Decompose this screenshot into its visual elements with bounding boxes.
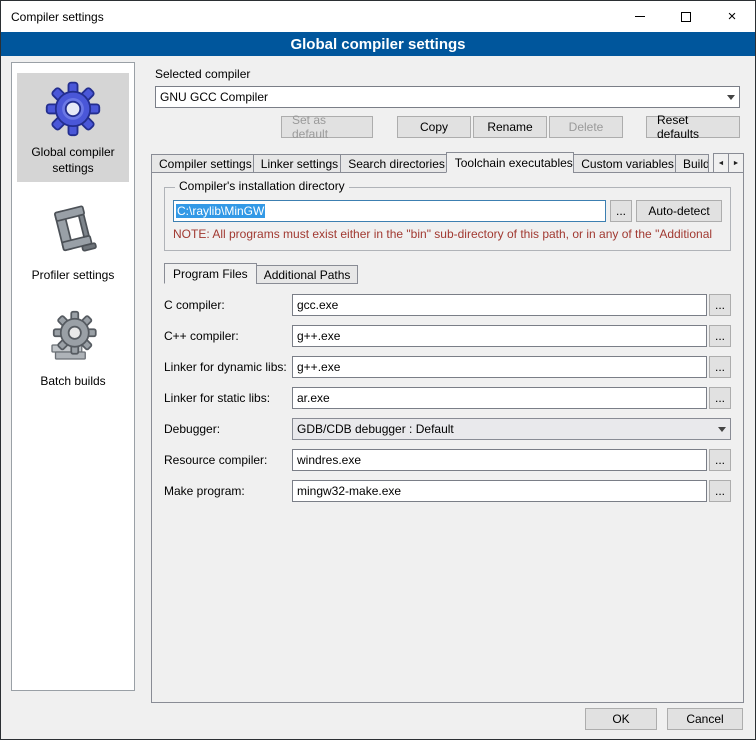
make-program-browse-button[interactable]: ...	[709, 480, 731, 502]
minimize-icon	[635, 16, 645, 17]
program-files-form: C compiler: ... C++ compiler: ... Linker…	[160, 294, 735, 502]
auto-detect-button[interactable]: Auto-detect	[636, 200, 722, 222]
debugger-value: GDB/CDB debugger : Default	[297, 422, 454, 436]
window-title: Compiler settings	[1, 10, 104, 24]
titlebar: Compiler settings ×	[1, 1, 755, 32]
main-panel: Selected compiler GNU GCC Compiler Set a…	[149, 62, 746, 703]
static-linker-row: Linker for static libs: ...	[164, 387, 731, 409]
install-dir-selected-text: C:\raylib\MinGW	[176, 204, 265, 218]
installation-directory-label: Compiler's installation directory	[175, 179, 349, 193]
tab-compiler-settings[interactable]: Compiler settings	[151, 154, 254, 173]
compiler-settings-dialog: Compiler settings × Global compiler sett…	[0, 0, 756, 740]
chevron-down-icon	[718, 427, 726, 432]
sidebar-item-profiler-settings[interactable]: Profiler settings	[17, 196, 129, 290]
sidebar-item-label: Batch builds	[40, 374, 105, 390]
selected-compiler-dropdown[interactable]: GNU GCC Compiler	[155, 86, 740, 108]
reset-defaults-button[interactable]: Reset defaults	[646, 116, 740, 138]
sidebar-item-global-compiler-settings[interactable]: Global compiler settings	[17, 73, 129, 182]
settings-category-list: Global compiler settings Profiler settin…	[11, 62, 135, 691]
c-compiler-input[interactable]	[292, 294, 707, 316]
make-program-input[interactable]	[292, 480, 707, 502]
tab-toolchain-executables[interactable]: Toolchain executables	[446, 152, 575, 173]
bin-subdirectory-note: NOTE: All programs must exist either in …	[173, 227, 722, 242]
dynamic-linker-label: Linker for dynamic libs:	[164, 360, 292, 374]
program-files-tabstrip: Program Files Additional Paths	[164, 263, 735, 284]
subtab-additional-paths[interactable]: Additional Paths	[256, 265, 359, 284]
static-linker-label: Linker for static libs:	[164, 391, 292, 405]
tab-custom-variables[interactable]: Custom variables	[573, 154, 676, 173]
make-program-row: Make program: ...	[164, 480, 731, 502]
debugger-row: Debugger: GDB/CDB debugger : Default	[164, 418, 731, 440]
static-linker-input[interactable]	[292, 387, 707, 409]
install-dir-input[interactable]: C:\raylib\MinGW	[173, 200, 606, 222]
cpp-compiler-input[interactable]	[292, 325, 707, 347]
sidebar-item-label: Global compiler settings	[21, 145, 125, 176]
copy-button[interactable]: Copy	[397, 116, 471, 138]
static-linker-browse-button[interactable]: ...	[709, 387, 731, 409]
resource-compiler-browse-button[interactable]: ...	[709, 449, 731, 471]
selected-compiler-label: Selected compiler	[155, 67, 746, 82]
cpp-compiler-row: C++ compiler: ...	[164, 325, 731, 347]
settings-tabstrip: Compiler settings Linker settings Search…	[151, 152, 746, 173]
tab-scroll-right-button[interactable]: ►	[728, 153, 744, 173]
sidebar-item-label: Profiler settings	[32, 268, 115, 284]
installation-directory-row: C:\raylib\MinGW ... Auto-detect	[173, 200, 722, 222]
clamp-icon	[46, 202, 100, 263]
dynamic-linker-input[interactable]	[292, 356, 707, 378]
c-compiler-label: C compiler:	[164, 298, 292, 312]
tab-search-directories[interactable]: Search directories	[340, 154, 447, 173]
sidebar-item-batch-builds[interactable]: Batch builds	[17, 304, 129, 396]
installation-directory-group: Compiler's installation directory C:\ray…	[164, 187, 731, 251]
gray-gear-icon	[45, 310, 101, 369]
cpp-compiler-browse-button[interactable]: ...	[709, 325, 731, 347]
toolchain-executables-page: Compiler's installation directory C:\ray…	[151, 172, 744, 703]
c-compiler-browse-button[interactable]: ...	[709, 294, 731, 316]
tab-scroll-left-button[interactable]: ◄	[713, 153, 729, 173]
dynamic-linker-browse-button[interactable]: ...	[709, 356, 731, 378]
close-icon: ×	[728, 9, 737, 24]
cpp-compiler-label: C++ compiler:	[164, 329, 292, 343]
dialog-footer: OK Cancel	[575, 708, 743, 730]
caption-buttons: ×	[617, 1, 755, 32]
cancel-button[interactable]: Cancel	[667, 708, 743, 730]
rename-button[interactable]: Rename	[473, 116, 547, 138]
delete-button[interactable]: Delete	[549, 116, 623, 138]
debugger-label: Debugger:	[164, 422, 292, 436]
tab-build-options[interactable]: Build options	[675, 154, 709, 173]
install-dir-browse-button[interactable]: ...	[610, 200, 632, 222]
compiler-actions-row: Set as default Copy Rename Delete Reset …	[155, 116, 740, 138]
resource-compiler-label: Resource compiler:	[164, 453, 292, 467]
c-compiler-row: C compiler: ...	[164, 294, 731, 316]
dynamic-linker-row: Linker for dynamic libs: ...	[164, 356, 731, 378]
resource-compiler-input[interactable]	[292, 449, 707, 471]
make-program-label: Make program:	[164, 484, 292, 498]
close-button[interactable]: ×	[709, 1, 755, 32]
subtab-program-files[interactable]: Program Files	[164, 263, 257, 284]
tab-scroll-buttons: ◄ ►	[714, 153, 744, 173]
maximize-button[interactable]	[663, 1, 709, 32]
debugger-dropdown[interactable]: GDB/CDB debugger : Default	[292, 418, 731, 440]
banner-title: Global compiler settings	[290, 36, 465, 53]
minimize-button[interactable]	[617, 1, 663, 32]
blue-gear-icon	[44, 79, 102, 140]
maximize-icon	[681, 12, 691, 22]
dialog-banner: Global compiler settings	[1, 32, 755, 56]
selected-compiler-value: GNU GCC Compiler	[160, 90, 268, 104]
chevron-down-icon	[727, 95, 735, 100]
tab-linker-settings[interactable]: Linker settings	[253, 154, 341, 173]
set-as-default-button[interactable]: Set as default	[281, 116, 373, 138]
resource-compiler-row: Resource compiler: ...	[164, 449, 731, 471]
ok-button[interactable]: OK	[585, 708, 657, 730]
